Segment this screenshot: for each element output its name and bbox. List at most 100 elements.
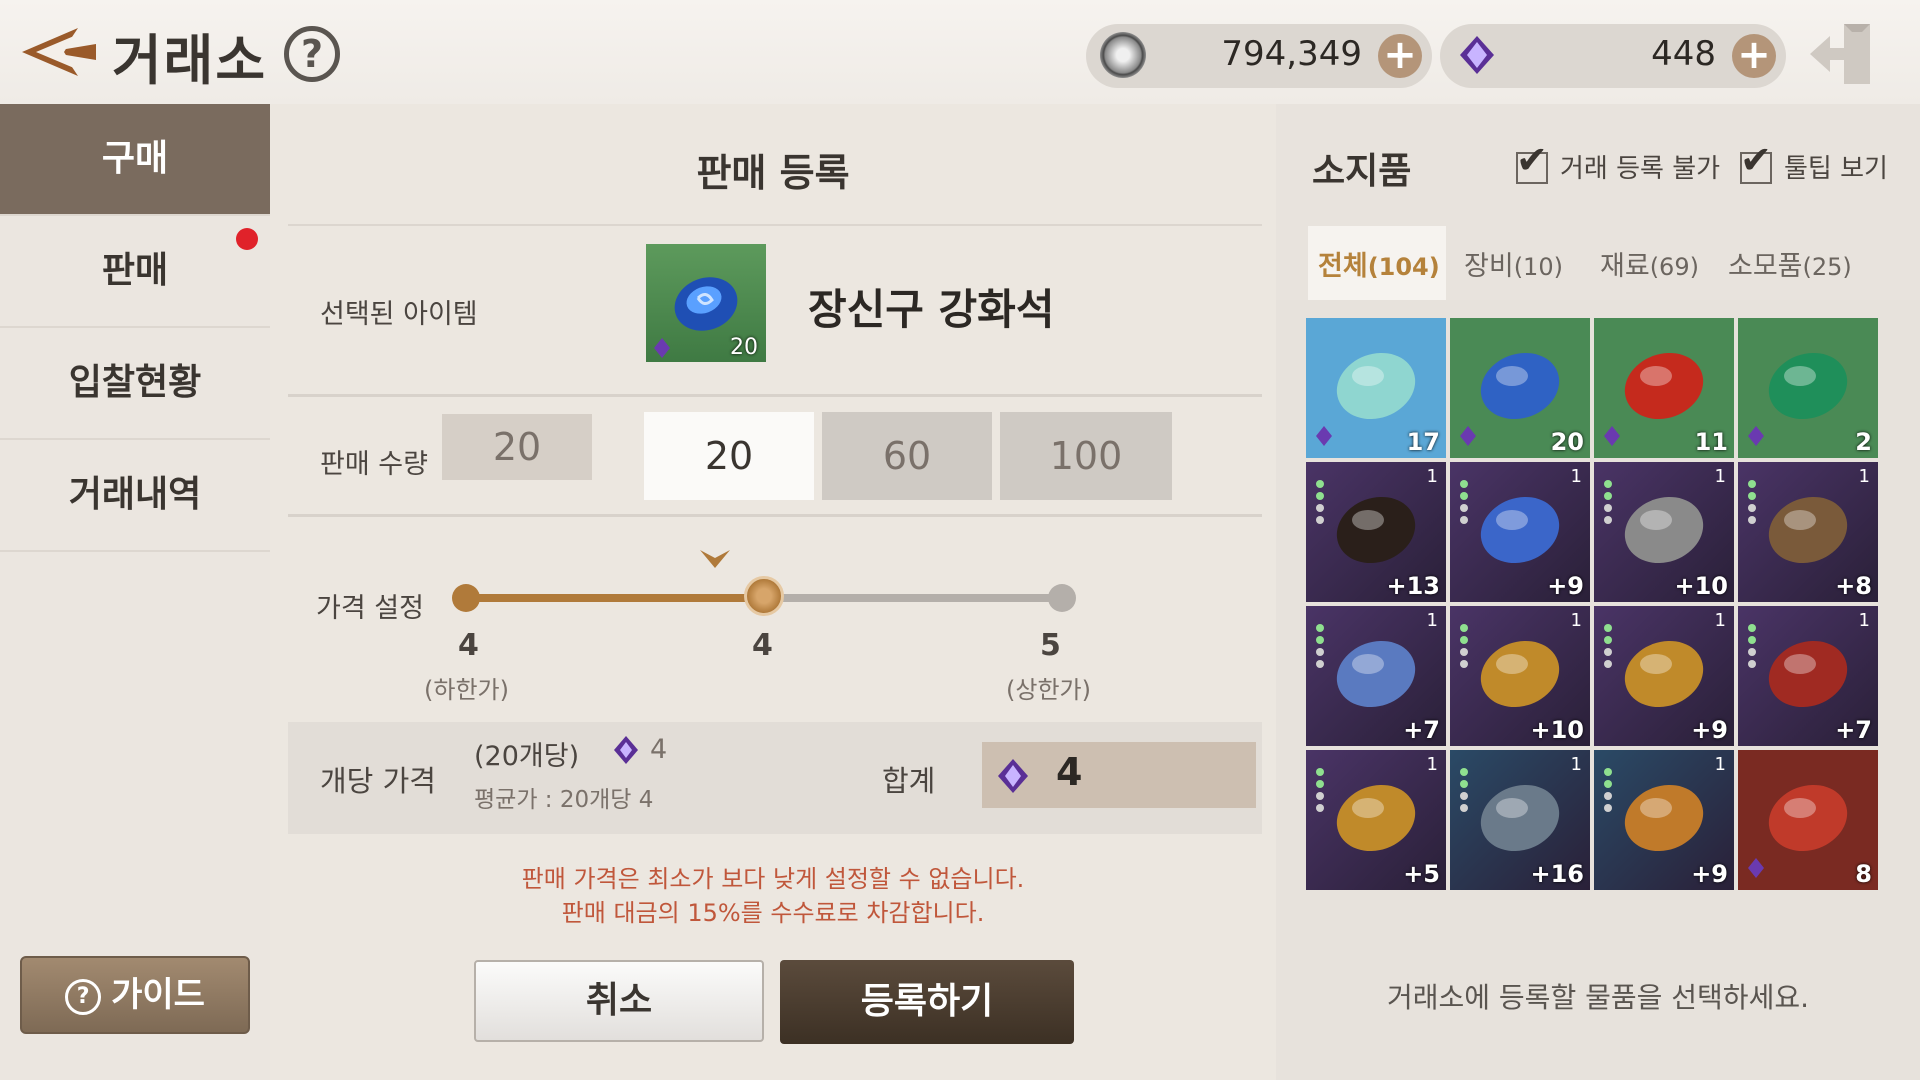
unit-quantity: (20개당) (474, 741, 580, 772)
quantity-row: 판매 수량 20 20 60 100 (288, 392, 1262, 517)
enhancement-level: +9 (1691, 860, 1728, 888)
inventory-slot[interactable]: 1 +13 (1306, 462, 1446, 602)
total-label: 합계 (882, 764, 936, 798)
add-silver-button[interactable]: + (1378, 34, 1422, 78)
nav-bid-status[interactable]: 입찰현황 (0, 328, 270, 440)
price-current-value: 4 (752, 628, 773, 663)
top-bar: 거래소 ? 794,349 + 448 + (0, 0, 1920, 104)
tab-all-label: 전체 (1318, 251, 1368, 282)
tab-equipment[interactable]: 장비(10) (1464, 244, 1563, 283)
tooltip-checkbox[interactable]: 툴팁 보기 (1740, 138, 1888, 186)
silver-currency-display: 794,349 + (1086, 24, 1432, 88)
item-count: 2 (1855, 428, 1872, 456)
inventory-slot[interactable]: 17 (1306, 318, 1446, 458)
price-slider-thumb[interactable] (744, 576, 784, 616)
untradable-checkbox[interactable]: 거래 등록 불가 (1516, 138, 1721, 186)
page-title: 거래소 (112, 29, 268, 92)
notification-dot (236, 228, 258, 250)
enhancement-level: +9 (1547, 572, 1584, 600)
inventory-slot[interactable]: 11 (1594, 318, 1734, 458)
tab-equipment-count: (10) (1513, 253, 1563, 281)
quantity-option-100[interactable]: 100 (1000, 412, 1172, 500)
gem-icon (998, 759, 1028, 793)
inventory-slot[interactable]: 1 +9 (1594, 750, 1734, 890)
silver-amount: 794,349 (1221, 34, 1362, 74)
gem-icon (1460, 36, 1494, 74)
gem-amount: 448 (1651, 34, 1716, 74)
selected-item-label: 선택된 아이템 (320, 299, 478, 330)
tab-consumables[interactable]: 소모품(25) (1728, 244, 1852, 283)
enhancement-level: +16 (1530, 860, 1584, 888)
selected-item-thumbnail: 20 (646, 244, 766, 362)
inventory-slot[interactable]: 1 +10 (1594, 462, 1734, 602)
cancel-button[interactable]: 취소 (474, 960, 764, 1042)
price-min-label: (하한가) (424, 676, 509, 704)
inventory-slot[interactable]: 1 +7 (1738, 606, 1878, 746)
inventory-slot[interactable]: 1 +9 (1450, 462, 1590, 602)
inventory-slot[interactable]: 1 +7 (1306, 606, 1446, 746)
unit-price-row: 개당 가격 (20개당) 4 평균가 : 20개당 4 합계 4 (288, 722, 1262, 834)
item-count: 17 (1406, 428, 1440, 456)
back-arrow-icon[interactable] (18, 22, 98, 82)
quantity-label: 판매 수량 (320, 449, 428, 480)
price-min-value: 4 (458, 628, 479, 663)
inventory-slot[interactable]: 1 +5 (1306, 750, 1446, 890)
slot-quantity: 1 (1426, 466, 1438, 487)
tab-all[interactable]: 전체(104) (1318, 244, 1440, 283)
slot-quantity: 1 (1858, 610, 1870, 631)
inventory-slot[interactable]: 1 +8 (1738, 462, 1878, 602)
nav-sell[interactable]: 판매 (0, 216, 270, 328)
inventory-panel: 소지품 거래 등록 불가 툴팁 보기 전체(104) 장비(10) 재료(69)… (1276, 104, 1920, 1080)
slot-quantity: 1 (1570, 610, 1582, 631)
nav-buy[interactable]: 구매 (0, 104, 270, 216)
enhancement-level: +9 (1691, 716, 1728, 744)
slot-quantity: 1 (1426, 610, 1438, 631)
inventory-slot[interactable]: 1 +9 (1594, 606, 1734, 746)
price-setting-row: 가격 설정 4 (하한가) 4 5 (상한가) (288, 514, 1262, 726)
guide-label: 가이드 (111, 975, 205, 1015)
notice-line-1: 판매 가격은 최소가 보다 낮게 설정할 수 없습니다. (521, 865, 1025, 893)
price-label: 가격 설정 (316, 593, 424, 624)
notice-line-2: 판매 대금의 15%를 수수료로 차감합니다. (561, 899, 985, 927)
item-count: 20 (1550, 428, 1584, 456)
inventory-grid: 17 20 11 2 1 +13 1 +9 1 +10 1 +8 1 +7 1 +10 1 +9 1 +7 1 +5 1 +1… (1306, 318, 1890, 938)
sale-registration-panel: 판매 등록 선택된 아이템 20 장신구 강화석 판매 수량 20 20 60 … (270, 104, 1276, 1080)
panel-title: 판매 등록 (696, 151, 850, 195)
gem-currency-display: 448 + (1440, 24, 1786, 88)
slider-min-knob (452, 584, 480, 612)
item-count: 8 (1855, 860, 1872, 888)
slot-quantity: 1 (1714, 466, 1726, 487)
quantity-option-60[interactable]: 60 (822, 412, 992, 500)
exit-icon[interactable] (1806, 20, 1876, 88)
price-max-label: (상한가) (1006, 676, 1091, 704)
price-slider-track[interactable] (452, 576, 1076, 616)
add-gem-button[interactable]: + (1732, 34, 1776, 78)
silver-coin-icon (1100, 32, 1146, 78)
tab-materials[interactable]: 재료(69) (1600, 244, 1699, 283)
slot-quantity: 1 (1426, 754, 1438, 775)
price-max-value: 5 (1040, 628, 1061, 663)
tooltip-label: 툴팁 보기 (1784, 154, 1888, 184)
untradable-label: 거래 등록 불가 (1560, 154, 1721, 184)
inventory-slot[interactable]: 8 (1738, 750, 1878, 890)
help-icon[interactable]: ? (284, 26, 340, 82)
nav-history[interactable]: 거래내역 (0, 440, 270, 552)
inventory-title: 소지품 (1312, 151, 1412, 192)
selected-item-row: 선택된 아이템 20 장신구 강화석 (288, 224, 1262, 397)
total-box: 4 (982, 742, 1256, 808)
inventory-slot[interactable]: 1 +16 (1450, 750, 1590, 890)
checkbox-checked-icon (1740, 138, 1772, 184)
slot-quantity: 1 (1714, 754, 1726, 775)
total-value: 4 (1056, 750, 1083, 794)
quantity-option-20[interactable]: 20 (644, 412, 814, 500)
enhancement-level: +10 (1674, 572, 1728, 600)
inventory-slot[interactable]: 2 (1738, 318, 1878, 458)
gem-icon (614, 736, 638, 764)
quantity-input[interactable]: 20 (442, 414, 592, 480)
item-count: 11 (1694, 428, 1728, 456)
slider-max-knob (1048, 584, 1076, 612)
inventory-slot[interactable]: 1 +10 (1450, 606, 1590, 746)
guide-button[interactable]: ? 가이드 (20, 956, 250, 1034)
register-button[interactable]: 등록하기 (780, 960, 1074, 1044)
inventory-slot[interactable]: 20 (1450, 318, 1590, 458)
